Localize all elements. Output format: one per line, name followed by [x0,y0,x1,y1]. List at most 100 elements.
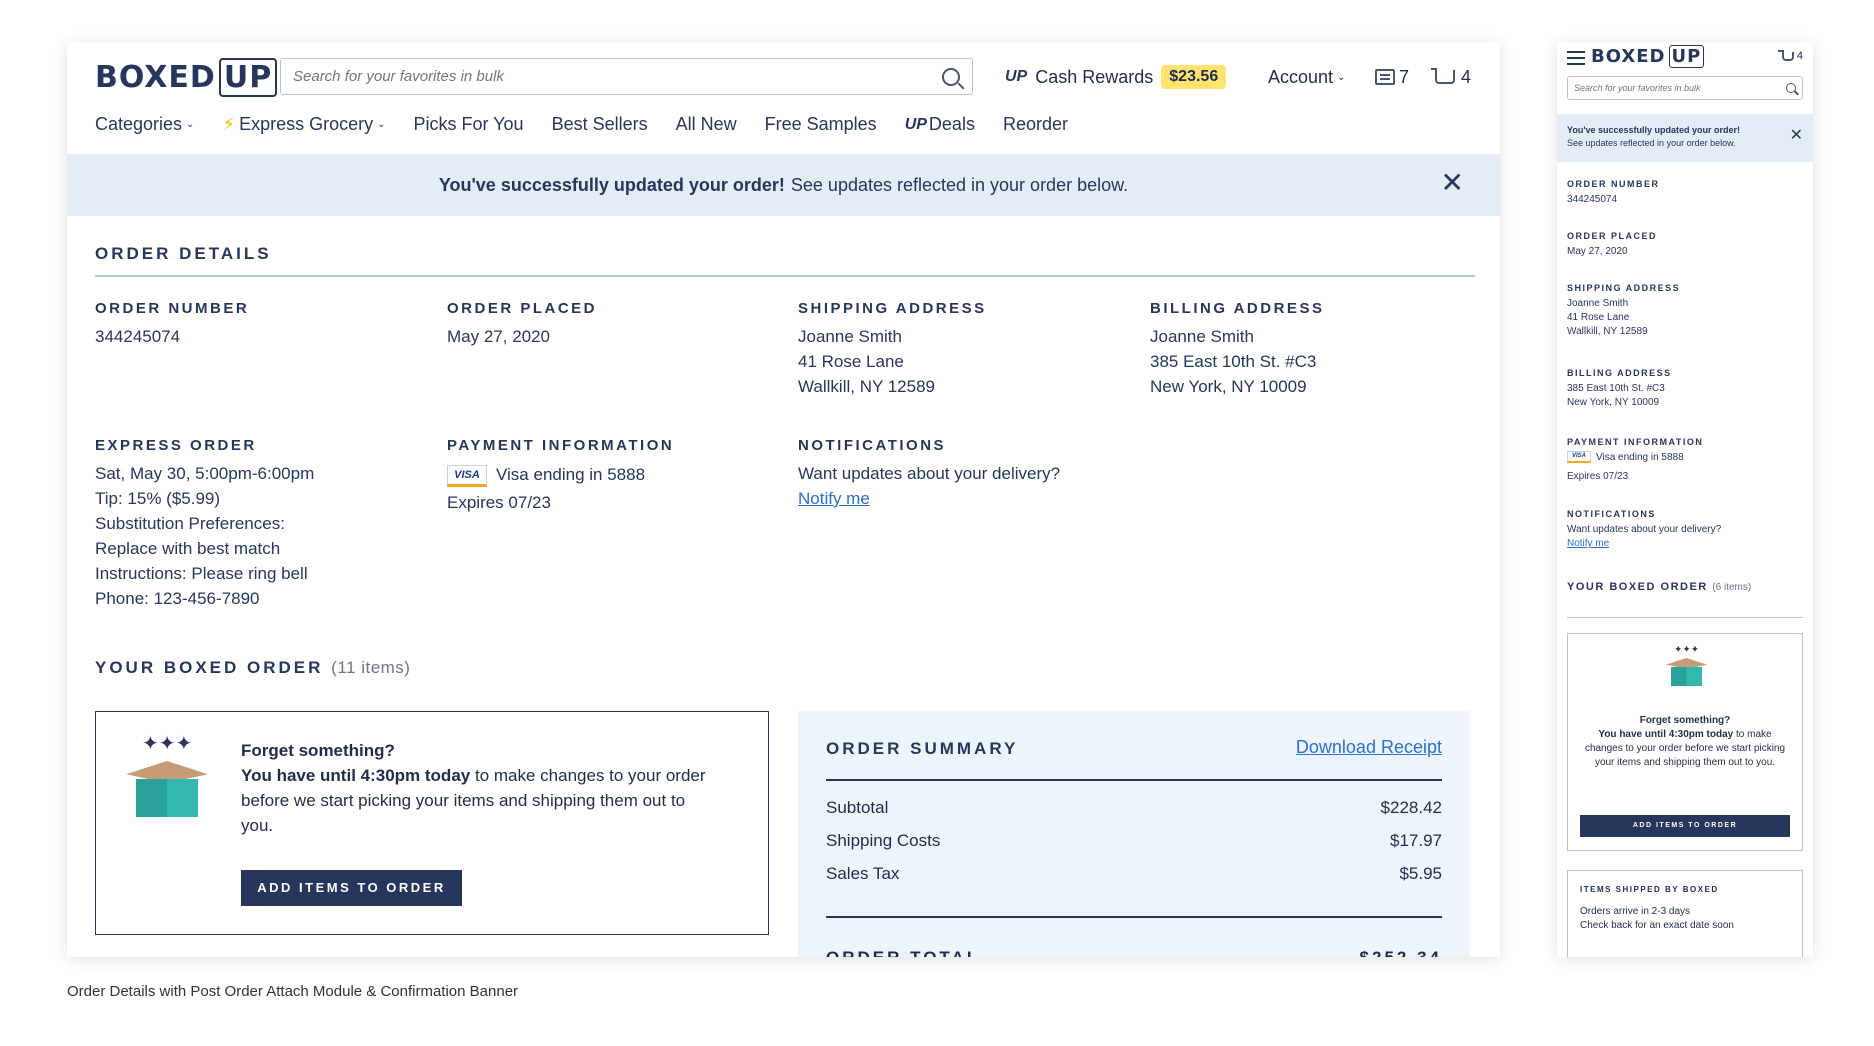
express-line: Instructions: Please ring bell [95,564,308,583]
payment-label: PAYMENT INFORMATION [1567,437,1704,447]
close-icon[interactable]: ✕ [1790,128,1803,144]
nav-free-samples[interactable]: Free Samples [765,114,877,135]
summary-label: Sales Tax [826,864,900,883]
account-menu[interactable]: Account ⌄ [1268,62,1345,92]
nav-all-new[interactable]: All New [676,114,737,135]
boxed-logo[interactable]: BOXED UP [1591,45,1705,68]
cart-button[interactable]: 4 [1431,62,1472,92]
order-total-row: ORDER TOTAL $252.34 [826,948,1442,957]
express-order-label: EXPRESS ORDER [95,437,257,454]
cart-button[interactable]: 4 [1777,49,1803,62]
search-input[interactable] [1574,83,1786,93]
billing-address-label: BILLING ADDRESS [1567,368,1672,378]
order-summary-title: ORDER SUMMARY [826,739,1019,758]
forget-heading: Forget something? [241,741,395,760]
add-items-button[interactable]: ADD ITEMS TO ORDER [1580,815,1790,837]
notify-me-link[interactable]: Notify me [798,486,1060,511]
forget-deadline: You have until 4:30pm today [1598,729,1734,740]
search-bar[interactable] [280,58,973,95]
billing-line: Joanne Smith [1150,327,1254,346]
card-expires: Expires 07/23 [447,493,551,512]
card-expires: Expires 07/23 [1567,471,1629,482]
cart-icon [1431,68,1455,84]
boxed-order-title-text: YOUR BOXED ORDER [95,658,324,677]
nav-label: Best Sellers [551,114,648,134]
nav-express-grocery[interactable]: ⚡ Express Grocery ⌄ [222,114,385,135]
up-rewards-icon: UP [1005,68,1028,85]
nav-categories[interactable]: Categories ⌄ [95,114,194,135]
order-number-value: 344245074 [1567,194,1618,205]
divider [826,779,1442,781]
shipping-line: Wallkill, NY 12589 [1567,326,1648,337]
nav-label: Express Grocery [239,114,374,134]
sparkle-icon: ✦✦✦ [1674,644,1700,655]
order-summary: ORDER SUMMARY Download Receipt Subtotal $… [798,711,1470,957]
box-body [1671,667,1702,686]
notifications-block: NOTIFICATIONS Want updates about your de… [798,433,1060,511]
notifications-block: NOTIFICATIONS Want updates about your de… [1567,507,1721,551]
billing-line: 385 East 10th St. #C3 [1567,383,1665,394]
notifications-text: Want updates about your delivery? [1567,524,1722,535]
banner-text: See updates reflected in your order belo… [790,174,1129,195]
nav-label: Reorder [1002,114,1068,134]
order-total-label: ORDER TOTAL [826,948,980,957]
close-icon[interactable]: ✕ [1441,169,1464,197]
forget-something-module: ✦✦✦ Forget something? You have until 4:3… [1567,633,1803,851]
confirmation-banner: You've successfully updated your order! … [1557,114,1813,162]
order-number-value: 344245074 [95,327,181,346]
nav-best-sellers[interactable]: Best Sellers [552,114,648,135]
search-input[interactable] [293,68,942,85]
express-line: Phone: 123-456-7890 [95,589,260,608]
boxed-logo[interactable]: BOXED UP [95,58,278,97]
nav-deals[interactable]: UP Deals [905,114,975,135]
notify-me-link[interactable]: Notify me [1567,537,1721,551]
boxed-order-title: YOUR BOXED ORDER (11 items) [95,658,410,678]
payment-label: PAYMENT INFORMATION [447,437,675,454]
caption: Order Details with Post Order Attach Mod… [67,983,519,1000]
billing-address-block: BILLING ADDRESS 385 East 10th St. #C3 Ne… [1567,366,1672,410]
shipped-line: Orders arrive in 2-3 days [1580,906,1691,917]
banner-bold-text: You've successfully updated your order! [1567,125,1741,135]
express-line: Substitution Preferences: [95,514,285,533]
add-items-button[interactable]: ADD ITEMS TO ORDER [241,870,462,906]
sparkle-icon: ✦✦✦ [142,733,193,755]
visa-card-icon: VISA [1567,451,1591,464]
cash-rewards-label: Cash Rewards [1035,66,1154,87]
search-icon[interactable] [1786,83,1796,93]
logo-up: UP [1668,45,1705,68]
forget-text: Forget something? You have until 4:30pm … [241,738,721,838]
cart-count: 4 [1461,66,1472,87]
cash-rewards-amount: $23.56 [1161,65,1227,89]
nav-reorder[interactable]: Reorder [1003,114,1068,135]
summary-value: $5.95 [1399,864,1442,883]
logo-up: UP [218,58,278,97]
shipping-line: Wallkill, NY 12589 [798,377,936,396]
shipped-line: Check back for an exact date soon [1580,920,1734,931]
visa-card-icon: VISA [447,464,487,487]
summary-label: Subtotal [826,798,889,817]
forget-deadline: You have until 4:30pm today [241,766,471,785]
hamburger-menu-icon[interactable] [1567,51,1585,65]
order-placed-block: ORDER PLACED May 27, 2020 [1567,229,1657,259]
divider [95,275,1475,277]
summary-row-tax: Sales Tax $5.95 [826,864,1442,884]
summary-value: $228.42 [1380,798,1442,817]
logo-text: BOXED [1591,46,1666,67]
summary-row-subtotal: Subtotal $228.42 [826,798,1442,818]
billing-line: 385 East 10th St. #C3 [1150,352,1317,371]
forget-text: Forget something? You have until 4:30pm … [1580,714,1790,770]
cash-rewards[interactable]: UP Cash Rewards $23.56 [1005,62,1227,92]
search-bar[interactable] [1567,76,1803,100]
mobile-view: BOXEDUP 4 You've successfully updated yo… [1557,42,1813,957]
card-text: Visa ending in 5888 [496,465,646,484]
download-receipt-link[interactable]: Download Receipt [1296,737,1442,758]
cart-count: 4 [1796,50,1803,62]
order-placed-block: ORDER PLACED May 27, 2020 [447,296,597,349]
nav-picks-for-you[interactable]: Picks For You [414,114,524,135]
search-icon[interactable] [942,67,960,86]
lists-button[interactable]: 7 [1375,62,1409,92]
express-line: Tip: 15% ($5.99) [95,489,221,508]
nav-label: Deals [928,114,975,134]
forget-heading: Forget something? [1639,715,1731,726]
banner-bold-text: You've successfully updated your order! [438,174,785,195]
